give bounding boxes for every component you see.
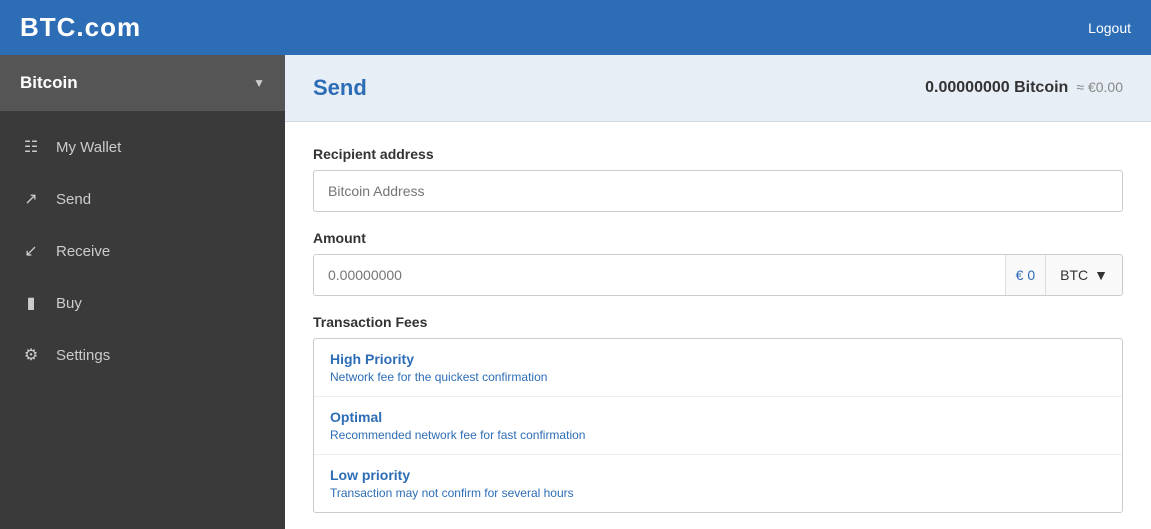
sidebar-item-my-wallet[interactable]: ☷ My Wallet <box>0 121 285 173</box>
gear-icon: ⚙ <box>20 345 42 365</box>
currency-dropdown[interactable]: BTC ▼ <box>1045 255 1122 295</box>
currency-chevron-icon: ▼ <box>1094 267 1108 283</box>
amount-label: Amount <box>313 230 1123 246</box>
fee-low-priority[interactable]: Low priority Transaction may not confirm… <box>314 455 1122 512</box>
sidebar-item-receive[interactable]: ↙ Receive <box>0 225 285 277</box>
currency-value: BTC <box>1060 267 1088 283</box>
sidebar: Bitcoin ▼ ☷ My Wallet ↗ Send ↙ Receive ▮… <box>0 55 285 529</box>
wallet-icon: ☷ <box>20 137 42 157</box>
sidebar-item-label-send: Send <box>56 191 91 208</box>
recipient-label: Recipient address <box>313 146 1123 162</box>
sidebar-item-label-buy: Buy <box>56 295 82 312</box>
fee-optimal-desc: Recommended network fee for fast confirm… <box>330 428 1106 442</box>
sidebar-item-label-my-wallet: My Wallet <box>56 139 121 156</box>
receive-icon: ↙ <box>20 241 42 261</box>
logo: BTC.com <box>20 12 141 43</box>
send-form: Recipient address Amount € 0 BTC ▼ Trans… <box>285 122 1151 529</box>
sidebar-item-label-settings: Settings <box>56 347 110 364</box>
send-header: Send 0.00000000 Bitcoin ≈ €0.00 <box>285 55 1151 122</box>
page-title: Send <box>313 75 367 101</box>
currency-selector[interactable]: Bitcoin ▼ <box>0 55 285 111</box>
logout-button[interactable]: Logout <box>1088 20 1131 36</box>
fees-label: Transaction Fees <box>313 314 1123 330</box>
send-icon: ↗ <box>20 189 42 209</box>
sidebar-nav: ☷ My Wallet ↗ Send ↙ Receive ▮ Buy ⚙ Set… <box>0 121 285 381</box>
fee-high-priority-desc: Network fee for the quickest confirmatio… <box>330 370 1106 384</box>
main-content: Send 0.00000000 Bitcoin ≈ €0.00 Recipien… <box>285 55 1151 529</box>
balance-approx: ≈ €0.00 <box>1073 79 1124 95</box>
fee-high-priority[interactable]: High Priority Network fee for the quicke… <box>314 339 1122 397</box>
euro-value: € 0 <box>1005 255 1045 295</box>
currency-label: Bitcoin <box>20 73 78 93</box>
header: BTC.com Logout <box>0 0 1151 55</box>
fee-optimal[interactable]: Optimal Recommended network fee for fast… <box>314 397 1122 455</box>
amount-input[interactable] <box>314 255 1005 295</box>
sidebar-item-settings[interactable]: ⚙ Settings <box>0 329 285 381</box>
sidebar-item-buy[interactable]: ▮ Buy <box>0 277 285 329</box>
sidebar-item-send[interactable]: ↗ Send <box>0 173 285 225</box>
recipient-address-input[interactable] <box>313 170 1123 212</box>
fee-high-priority-name: High Priority <box>330 351 1106 367</box>
balance-amount: 0.00000000 Bitcoin <box>925 79 1068 96</box>
balance-display: 0.00000000 Bitcoin ≈ €0.00 <box>925 79 1123 97</box>
fee-optimal-name: Optimal <box>330 409 1106 425</box>
layout: Bitcoin ▼ ☷ My Wallet ↗ Send ↙ Receive ▮… <box>0 55 1151 529</box>
amount-row: € 0 BTC ▼ <box>313 254 1123 296</box>
sidebar-item-label-receive: Receive <box>56 243 110 260</box>
fee-low-priority-name: Low priority <box>330 467 1106 483</box>
fee-low-priority-desc: Transaction may not confirm for several … <box>330 486 1106 500</box>
buy-icon: ▮ <box>20 293 42 313</box>
fees-box: High Priority Network fee for the quicke… <box>313 338 1123 513</box>
chevron-down-icon: ▼ <box>253 76 265 90</box>
